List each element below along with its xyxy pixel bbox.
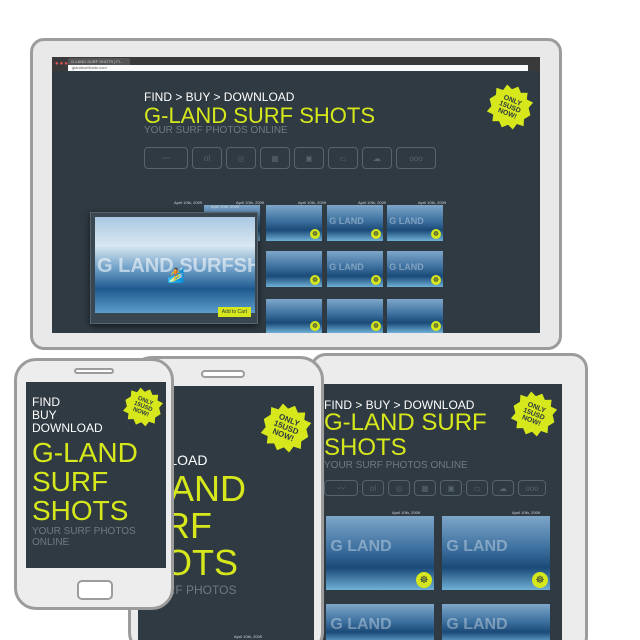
photo-thumbnail[interactable]: G LAND ☸	[326, 516, 434, 590]
category-ol-icon[interactable]: ol	[192, 147, 222, 169]
category-ol-icon[interactable]: ol	[362, 480, 384, 496]
cart-icon[interactable]: ☸	[532, 572, 548, 588]
photo-thumbnail[interactable]: ☸	[327, 299, 383, 333]
thumb-date: April 10th, 2009	[392, 510, 421, 515]
title-line-2: SHOTS	[324, 434, 407, 461]
cart-icon[interactable]: ☸	[431, 229, 441, 239]
site-subtitle: YOUR SURF PHOTOS ONLINE	[144, 125, 288, 136]
photo-preview-popup[interactable]: April 10th, 2009 G LAND SURFSHOTS 🏄 Add …	[90, 204, 258, 324]
surfer-icon: 🏄	[167, 267, 185, 283]
category-calendar-icon[interactable]: ▦	[414, 480, 436, 496]
photo-thumbnail[interactable]: ☸	[266, 299, 322, 333]
title-line-1: G-LAND	[32, 437, 138, 468]
title-line-1: G-LAND SURF	[324, 409, 487, 436]
photo-thumbnail[interactable]: G LAND ☸	[442, 516, 550, 590]
category-ellipsis-icon[interactable]: ooo	[518, 480, 546, 496]
photo-thumbnail[interactable]: ☸	[266, 251, 322, 287]
category-camera-icon[interactable]: ◎	[226, 147, 256, 169]
cart-icon[interactable]: ☸	[371, 229, 381, 239]
photo-thumbnail[interactable]: G LAND	[442, 604, 550, 640]
price-badge[interactable]: ONLY 15USD NOW!	[481, 78, 538, 135]
category-cloud-icon[interactable]: ☁	[362, 147, 392, 169]
preview-image: G LAND SURFSHOTS 🏄	[95, 217, 255, 313]
subtitle-line-1: YOUR SURF PHOTOS	[32, 526, 136, 537]
cart-icon[interactable]: ☸	[416, 572, 432, 588]
category-camera-icon[interactable]: ◎	[388, 480, 410, 496]
phone-screen-small: FIND BUY DOWNLOAD G-LAND SURF SHOTS YOUR…	[26, 382, 166, 568]
cart-icon[interactable]: ☸	[310, 229, 320, 239]
cart-icon[interactable]: ☸	[371, 275, 381, 285]
photo-thumbnail[interactable]: G LAND ☸	[387, 205, 443, 241]
subtitle-line-2: ONLINE	[32, 537, 70, 548]
watermark: G LAND	[446, 538, 508, 556]
price-badge[interactable]: ONLY 15USD NOW!	[255, 397, 314, 459]
title-line-2: SURF	[32, 466, 109, 497]
category-calendar-icon[interactable]: ▦	[260, 147, 290, 169]
speaker-grille	[74, 368, 114, 374]
category-ellipsis-icon[interactable]: ooo	[396, 147, 436, 169]
category-photo-icon[interactable]: ▣	[440, 480, 462, 496]
watermark: G LAND	[330, 616, 392, 633]
tagline: FIND > BUY > DOWNLOAD	[144, 90, 295, 104]
watermark: G LAND	[330, 538, 392, 556]
home-button[interactable]	[77, 580, 113, 600]
watermark: G LAND	[389, 215, 424, 226]
watermark: G LAND	[329, 261, 364, 272]
photo-thumbnail[interactable]: G LAND	[326, 604, 434, 640]
category-photo-icon[interactable]: ▣	[294, 147, 324, 169]
watermark: G LAND	[389, 261, 424, 272]
category-nav: 〰 ol ◎ ▦ ▣ ▭ ☁ ooo	[324, 480, 546, 496]
photo-thumbnail[interactable]: G LAND ☸	[327, 205, 383, 241]
add-to-cart-button[interactable]: Add to Cart	[217, 307, 251, 317]
category-laptop-icon[interactable]: ▭	[466, 480, 488, 496]
thumb-date: April 10th, 2009	[234, 634, 263, 639]
window-controls-icon[interactable]: ●●●	[55, 61, 69, 67]
watermark: G LAND	[329, 215, 364, 226]
category-nav: 〰 ol ◎ ▦ ▣ ▭ ☁ ooo	[144, 147, 436, 169]
category-laptop-icon[interactable]: ▭	[328, 147, 358, 169]
site-title: G-LAND SURF SHOTS	[324, 410, 487, 460]
site-subtitle: YOUR SURF PHOTOS ONLINE	[324, 460, 468, 471]
price-badge[interactable]: ONLY 15USD NOW!	[118, 382, 166, 431]
category-wave-icon[interactable]: 〰	[144, 147, 188, 169]
popup-date: April 10th, 2009	[211, 204, 240, 209]
device-mockup-stage: ●●● G-LAND SURF SHOTS | FI... glandsurfs…	[0, 0, 640, 640]
photo-thumbnail[interactable]: G LAND ☸	[327, 251, 383, 287]
thumb-date: April 10th, 2009	[512, 510, 541, 515]
photo-thumbnail[interactable]: ☸	[387, 299, 443, 333]
cart-icon[interactable]: ☸	[431, 321, 441, 331]
title-line-3: SHOTS	[32, 495, 129, 526]
site-title: G-LAND SURF SHOTS	[32, 438, 138, 525]
photo-thumbnail[interactable]: ☸	[266, 205, 322, 241]
address-bar[interactable]: glandsurfshots.com	[68, 65, 528, 71]
category-wave-icon[interactable]: 〰	[324, 480, 358, 496]
site-subtitle: YOUR SURF PHOTOS ONLINE	[32, 526, 136, 548]
browser-toolbar: ●●● G-LAND SURF SHOTS | FI... glandsurfs…	[52, 57, 540, 71]
cart-icon[interactable]: ☸	[310, 321, 320, 331]
photo-thumbnail[interactable]: G LAND ☸	[387, 251, 443, 287]
cart-icon[interactable]: ☸	[431, 275, 441, 285]
speaker-grille	[201, 370, 245, 378]
cart-icon[interactable]: ☸	[371, 321, 381, 331]
tagline: FIND BUY DOWNLOAD	[32, 396, 103, 435]
thumb-date: April 10th, 2009	[174, 200, 203, 205]
watermark: G LAND	[446, 616, 508, 633]
cart-icon[interactable]: ☸	[310, 275, 320, 285]
browser-tab[interactable]: G-LAND SURF SHOTS | FI...	[68, 58, 130, 65]
tagline-download: DOWNLOAD	[32, 421, 103, 435]
category-cloud-icon[interactable]: ☁	[492, 480, 514, 496]
price-badge[interactable]: ONLY 15USD NOW!	[505, 385, 562, 442]
tablet-screen: FIND > BUY > DOWNLOAD G-LAND SURF SHOTS …	[322, 384, 562, 640]
